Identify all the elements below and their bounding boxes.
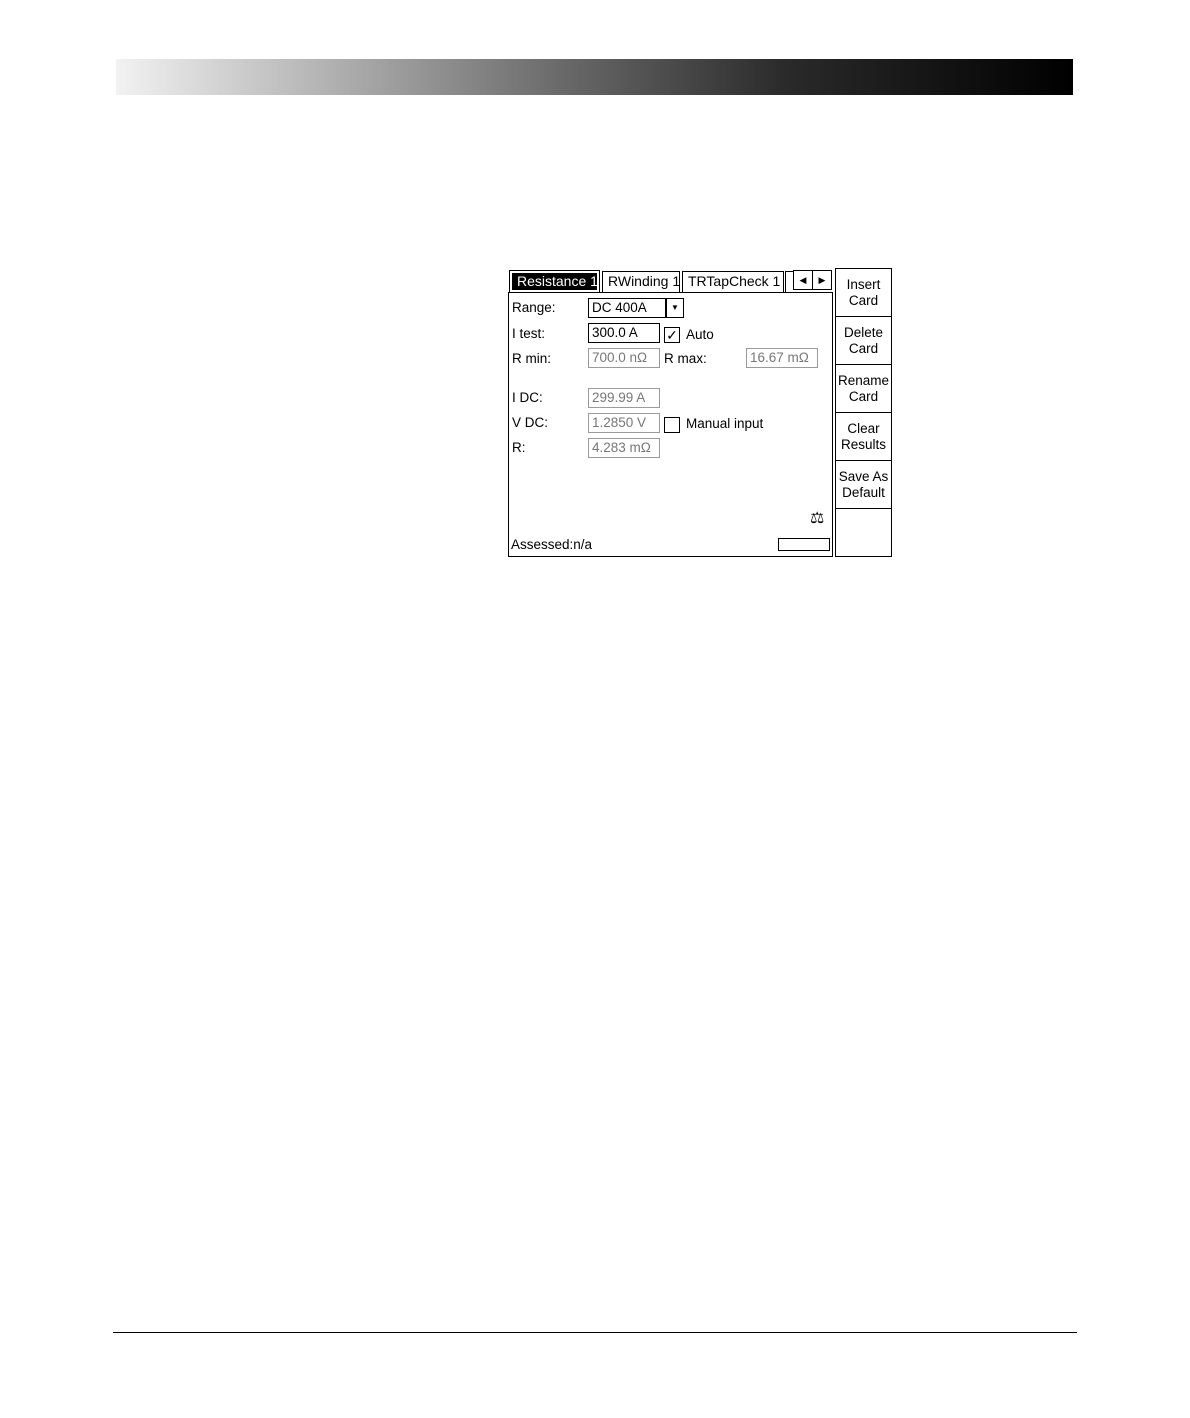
softkey-line: Insert <box>846 276 881 292</box>
softkey-line: Card <box>848 340 879 356</box>
softkey-column: Insert Card Delete Card Rename Card Clea… <box>835 268 892 557</box>
tab-prev-button[interactable]: ◀ <box>793 270 813 290</box>
tab-trtapcheck-1[interactable]: TRTapCheck 1 <box>682 271 784 292</box>
test-card-window: Resistance 1 RWinding 1 TRTapCheck 1 ◀ ▶… <box>508 268 892 557</box>
manual-input-label: Manual input <box>686 416 764 431</box>
rmin-label: R min: <box>512 351 552 366</box>
rmax-label: R max: <box>664 351 707 366</box>
softkey-line: Default <box>842 484 885 500</box>
tab-resistance-1[interactable]: Resistance 1 <box>509 270 600 293</box>
r-label: R: <box>512 440 526 455</box>
auto-checkbox[interactable]: ✓ <box>664 327 680 343</box>
chevron-down-icon: ▼ <box>671 303 679 312</box>
tab-rwinding-1[interactable]: RWinding 1 <box>602 271 680 292</box>
r-field: 4.283 mΩ <box>588 438 660 458</box>
tab-label: Resistance 1 <box>512 273 598 290</box>
rmax-field: 16.67 mΩ <box>746 348 818 368</box>
card-panel: Range: DC 400A ▼ I test: 300.0 A ✓ Auto … <box>508 292 833 557</box>
range-select[interactable]: DC 400A <box>588 298 666 318</box>
softkey-line: Rename <box>837 372 890 388</box>
range-label: Range: <box>512 300 556 315</box>
vdc-field: 1.2850 V <box>588 413 660 433</box>
softkey-line: Card <box>848 388 879 404</box>
footer-rule <box>113 1332 1077 1333</box>
triangle-left-icon: ◀ <box>799 275 807 285</box>
tab-scroll-buttons: ◀ ▶ <box>793 270 833 290</box>
checkmark-icon: ✓ <box>666 327 678 343</box>
manual-input-checkbox[interactable] <box>664 417 680 433</box>
itest-input[interactable]: 300.0 A <box>588 323 660 343</box>
softkey-line: Card <box>848 292 879 308</box>
vdc-label: V DC: <box>512 415 549 430</box>
delete-card-button[interactable]: Delete Card <box>836 317 891 365</box>
rename-card-button[interactable]: Rename Card <box>836 365 891 413</box>
softkey-line: Save As <box>838 468 889 484</box>
insert-card-button[interactable]: Insert Card <box>836 269 891 317</box>
tab-label: TRTapCheck 1 <box>688 273 781 289</box>
tab-next-button[interactable]: ▶ <box>812 270 832 290</box>
save-as-default-button[interactable]: Save As Default <box>836 461 891 509</box>
range-dropdown-button[interactable]: ▼ <box>666 298 684 318</box>
idc-label: I DC: <box>512 390 543 405</box>
status-indicator-box <box>778 538 830 551</box>
assessed-status: Assessed:n/a <box>511 537 593 552</box>
auto-label: Auto <box>686 327 714 342</box>
tab-label: RWinding 1 <box>608 273 680 289</box>
triangle-right-icon: ▶ <box>818 275 826 285</box>
itest-label: I test: <box>512 326 546 341</box>
softkey-line: Delete <box>843 324 884 340</box>
clear-results-button[interactable]: Clear Results <box>836 413 891 461</box>
softkey-line: Clear <box>847 420 880 436</box>
empty-softkey[interactable] <box>836 509 891 557</box>
header-gradient-bar <box>116 59 1073 95</box>
rmin-field: 700.0 nΩ <box>588 348 660 368</box>
scales-icon: ⚖ <box>810 510 825 527</box>
softkey-line: Results <box>840 436 886 452</box>
idc-field: 299.99 A <box>588 388 660 408</box>
